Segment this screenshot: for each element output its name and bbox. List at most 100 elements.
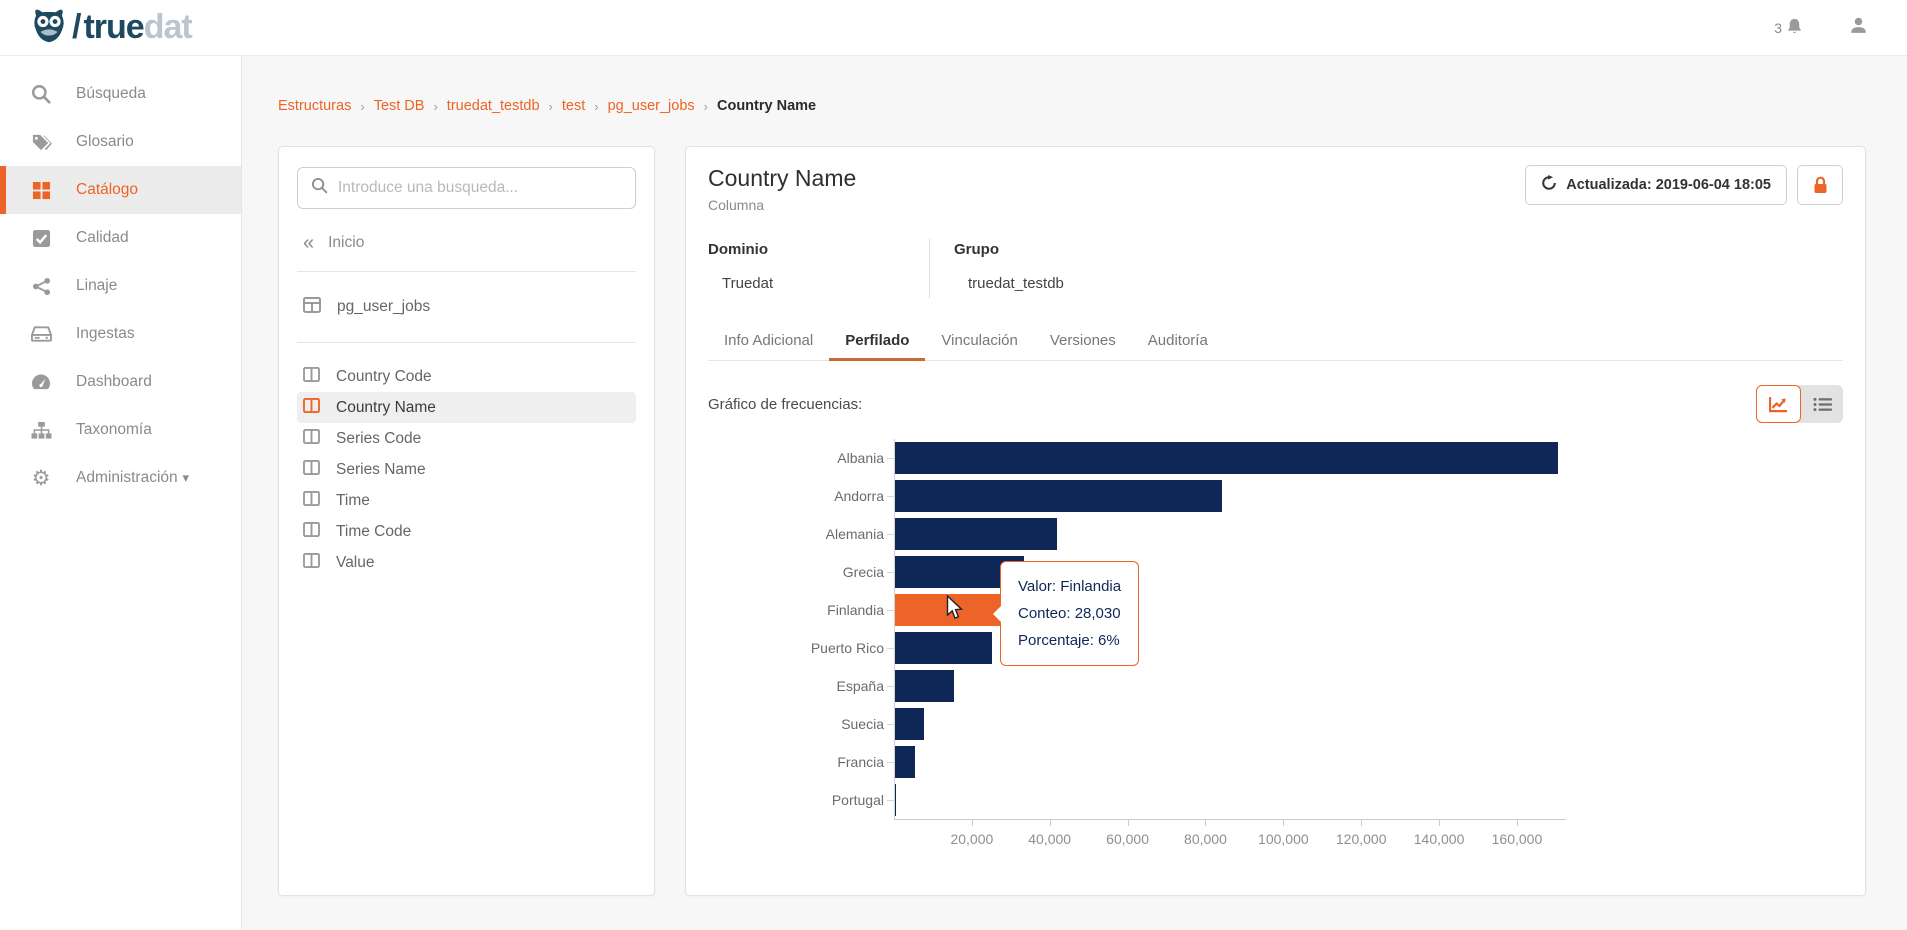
table-item[interactable]: pg_user_jobs	[297, 290, 636, 324]
x-axis-tick-label: 80,000	[1184, 831, 1227, 847]
breadcrumb: Estructuras › Test DB › truedat_testdb › test ›…	[278, 98, 816, 114]
x-axis-tick	[1127, 820, 1129, 826]
column-label: Time	[336, 491, 370, 509]
domain-label: Dominio	[708, 241, 768, 258]
x-axis-tick-label: 140,000	[1413, 831, 1465, 847]
breadcrumb-link[interactable]: truedat_testdb	[447, 98, 540, 114]
search-input[interactable]	[338, 179, 622, 197]
chart-view-button[interactable]	[1756, 385, 1801, 423]
category-label: Grecia	[842, 564, 884, 580]
bar-normal[interactable]	[894, 708, 924, 740]
bar-track	[887, 480, 1566, 512]
sidebar-item-label: Búsqueda	[76, 85, 146, 102]
breadcrumb-link[interactable]: pg_user_jobs	[608, 98, 695, 114]
back-label: Inicio	[328, 234, 365, 251]
sidebar-item-label: Glosario	[76, 133, 134, 150]
x-axis-tick	[1049, 820, 1051, 826]
chart-row-suecia: Suecia	[708, 705, 1843, 743]
bar-track	[887, 784, 1566, 816]
breadcrumb-separator: ›	[594, 98, 599, 114]
tab-versiones[interactable]: Versiones	[1034, 322, 1132, 360]
sidebar-item-label: Taxonomía	[76, 421, 152, 438]
tab-perfilado[interactable]: Perfilado	[829, 322, 926, 361]
bar-normal[interactable]	[894, 518, 1057, 550]
chart-row-puerto-rico: Puerto Rico	[708, 629, 1843, 667]
lock-icon	[1814, 176, 1826, 193]
bar-normal[interactable]	[894, 670, 954, 702]
breadcrumb-link[interactable]: test	[562, 98, 585, 114]
tab-info-adicional[interactable]: Info Adicional	[708, 322, 829, 360]
lock-button[interactable]	[1797, 165, 1843, 205]
column-item-time-code[interactable]: Time Code	[297, 516, 636, 547]
breadcrumb-link[interactable]: Estructuras	[278, 98, 351, 114]
column-label: Country Code	[336, 367, 432, 385]
notifications-button[interactable]: 3	[1774, 17, 1804, 39]
category-label: Andorra	[834, 488, 884, 504]
truedat-logo[interactable]: / truedat	[30, 6, 193, 49]
x-axis-tick-label: 120,000	[1335, 831, 1387, 847]
chart-row-albania: Albania	[708, 439, 1843, 477]
breadcrumb-separator: ›	[360, 98, 365, 114]
sidebar-item-administracion[interactable]: ⚙ Administración ▾	[0, 454, 241, 502]
structure-panel: « Inicio pg_user_jobs Country Code Countr…	[278, 146, 655, 896]
user-menu-button[interactable]	[1848, 15, 1869, 41]
tooltip-line: Conteo: 28,030	[1018, 605, 1121, 622]
column-label: Time Code	[336, 522, 412, 540]
column-item-value[interactable]: Value	[297, 547, 636, 578]
mouse-cursor	[946, 594, 965, 626]
bar-normal[interactable]	[894, 480, 1223, 512]
bar-track	[887, 670, 1566, 702]
chart-row-alemania: Alemania	[708, 515, 1843, 553]
bar-track	[887, 708, 1566, 740]
columns-icon	[303, 490, 320, 511]
sidebar-item-label: Administración	[76, 469, 178, 486]
logo-wordmark: truedat	[83, 8, 192, 46]
sidebar-item-calidad[interactable]: Calidad	[0, 214, 241, 262]
divider	[297, 271, 636, 272]
header-controls: Actualizada: 2019-06-04 18:05	[1525, 165, 1843, 205]
x-axis-tick	[1205, 820, 1207, 826]
sidebar-item-dashboard[interactable]: Dashboard	[0, 358, 241, 406]
tab-auditoria[interactable]: Auditoría	[1132, 322, 1224, 360]
sidebar-item-linaje[interactable]: Linaje	[0, 262, 241, 310]
search-icon	[30, 84, 52, 104]
column-item-time[interactable]: Time	[297, 485, 636, 516]
list-view-button[interactable]	[1798, 385, 1843, 423]
category-label: España	[836, 678, 884, 694]
tab-bar: Info Adicional Perfilado Vinculación Versio…	[708, 322, 1843, 361]
x-axis-tick-label: 100,000	[1258, 831, 1309, 847]
sidebar-item-catalogo[interactable]: Catálogo	[0, 166, 241, 214]
chevron-down-icon: ▾	[182, 470, 189, 485]
sidebar-item-taxonomia[interactable]: Taxonomía	[0, 406, 241, 454]
column-item-country-code[interactable]: Country Code	[297, 361, 636, 392]
tab-vinculacion[interactable]: Vinculación	[925, 322, 1033, 360]
back-to-home-link[interactable]: « Inicio	[297, 233, 636, 253]
frequency-chart: Albania Andorra Alemania Grecia Finlandia Pue…	[708, 439, 1843, 853]
refresh-updated-button[interactable]: Actualizada: 2019-06-04 18:05	[1525, 165, 1787, 205]
domain-value: Truedat	[722, 275, 774, 292]
sidebar-item-label: Dashboard	[76, 373, 152, 390]
sidebar-item-label: Ingestas	[76, 325, 135, 342]
x-axis-tick-label: 40,000	[1028, 831, 1072, 847]
sitemap-icon	[30, 421, 52, 440]
sidebar-item-glosario[interactable]: Glosario	[0, 118, 241, 166]
notification-count: 3	[1774, 19, 1782, 36]
sidebar-item-ingestas[interactable]: Ingestas	[0, 310, 241, 358]
bar-track	[887, 518, 1566, 550]
breadcrumb-link[interactable]: Test DB	[374, 98, 425, 114]
column-item-series-name[interactable]: Series Name	[297, 454, 636, 485]
view-toggle-group	[1756, 385, 1843, 423]
bell-icon	[1785, 17, 1804, 39]
column-item-country-name[interactable]: Country Name	[297, 392, 636, 423]
bar-normal[interactable]	[894, 442, 1559, 474]
column-item-series-code[interactable]: Series Code	[297, 423, 636, 454]
columns-icon	[303, 552, 320, 573]
sidebar-item-busqueda[interactable]: Búsqueda	[0, 70, 241, 118]
bar-normal[interactable]	[894, 746, 916, 778]
bar-track	[887, 632, 1566, 664]
detail-panel: Country Name Columna Actualizada: 2019-0…	[685, 146, 1866, 896]
x-axis-tick	[1283, 820, 1285, 826]
x-axis-tick-label: 20,000	[950, 831, 994, 847]
bar-normal[interactable]	[894, 632, 993, 664]
x-axis-tick	[1439, 820, 1441, 826]
